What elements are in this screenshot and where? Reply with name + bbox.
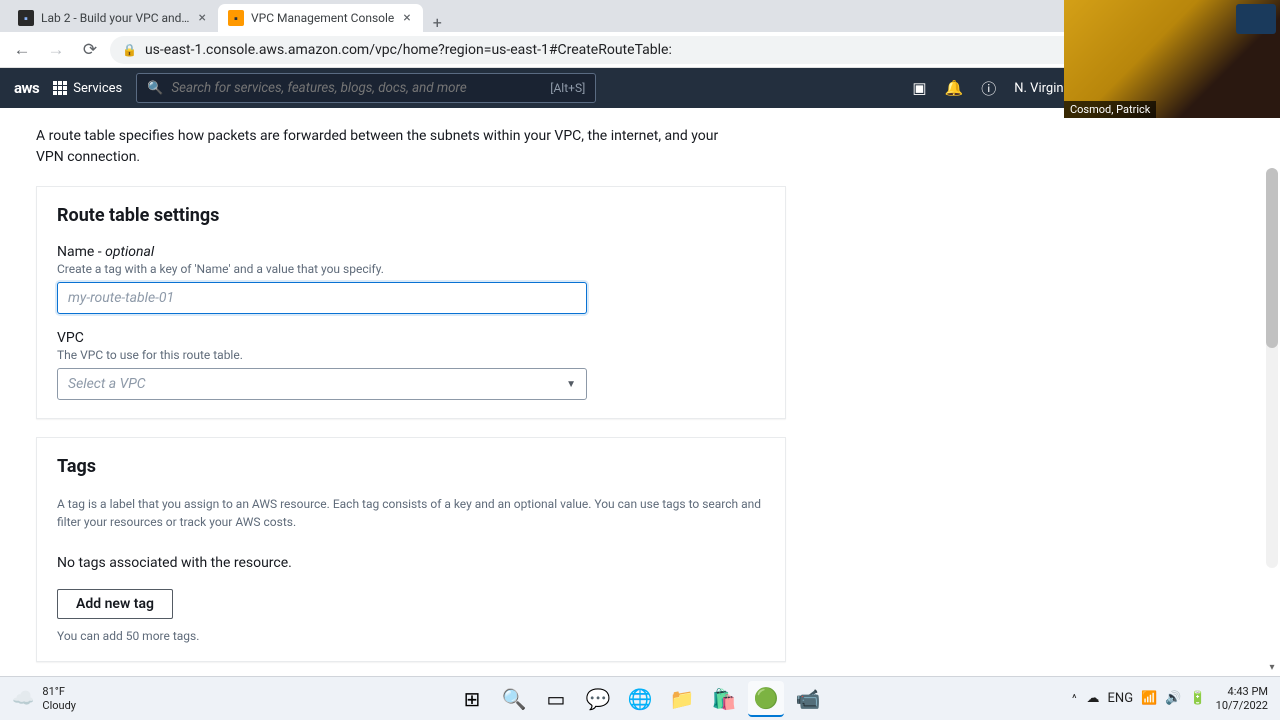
weather-icon: ☁️: [12, 688, 34, 709]
task-view-button[interactable]: ▭: [538, 681, 574, 717]
tags-description: A tag is a label that you assign to an A…: [57, 495, 765, 531]
windows-taskbar: ☁️ 81°F Cloudy ⊞ 🔍 ▭ 💬 🌐 📁 🛍️ 🟢 📹 ^ ☁ EN…: [0, 676, 1280, 720]
volume-icon[interactable]: 🔊: [1165, 691, 1181, 706]
lock-icon: 🔒: [122, 43, 137, 57]
tab-title: Lab 2 - Build your VPC and Laun: [41, 11, 190, 25]
services-label: Services: [73, 81, 122, 96]
webcam-name-label: Cosmod, Patrick: [1064, 101, 1156, 118]
chevron-down-icon: ▼: [566, 379, 576, 390]
name-label: Name - optional: [57, 244, 765, 260]
scrollbar-thumb[interactable]: [1266, 168, 1278, 348]
no-tags-message: No tags associated with the resource.: [57, 555, 765, 571]
back-button[interactable]: ←: [8, 36, 36, 64]
vpc-placeholder: Select a VPC: [68, 376, 146, 392]
add-new-tag-button[interactable]: Add new tag: [57, 589, 173, 619]
route-table-settings-panel: Route table settings Name - optional Cre…: [36, 186, 786, 419]
tab-vpc-console[interactable]: ▪ VPC Management Console ×: [218, 4, 423, 32]
taskbar-app-edge[interactable]: 🌐: [622, 681, 658, 717]
taskbar-app-zoom[interactable]: 📹: [790, 681, 826, 717]
name-field: Name - optional Create a tag with a key …: [57, 244, 765, 314]
taskbar-app-chrome[interactable]: 🟢: [748, 681, 784, 717]
url-text: us-east-1.console.aws.amazon.com/vpc/hom…: [145, 42, 672, 58]
help-icon[interactable]: ⓘ: [981, 78, 996, 99]
battery-icon[interactable]: 🔋: [1189, 691, 1205, 706]
search-icon: 🔍: [147, 81, 163, 96]
content-area: A route table specifies how packets are …: [0, 108, 1280, 676]
search-shortcut: [Alt+S]: [550, 81, 585, 95]
vpc-field: VPC The VPC to use for this route table.…: [57, 330, 765, 400]
forward-button[interactable]: →: [42, 36, 70, 64]
reload-button[interactable]: ⟳: [76, 36, 104, 64]
search-input[interactable]: [171, 81, 542, 96]
scroll-down-arrow[interactable]: ▾: [1266, 662, 1278, 674]
tab-favicon-aws: ▪: [228, 10, 244, 26]
aws-logo[interactable]: aws: [14, 79, 39, 97]
temperature: 81°F: [42, 685, 76, 698]
tray-chevron-icon[interactable]: ^: [1072, 692, 1077, 705]
address-bar[interactable]: 🔒 us-east-1.console.aws.amazon.com/vpc/h…: [110, 36, 1182, 64]
tags-panel: Tags A tag is a label that you assign to…: [36, 437, 786, 662]
new-tab-button[interactable]: +: [423, 13, 452, 32]
vpc-hint: The VPC to use for this route table.: [57, 348, 765, 362]
onedrive-icon[interactable]: ☁: [1087, 691, 1100, 706]
aws-search-bar[interactable]: 🔍 [Alt+S]: [136, 73, 596, 103]
taskbar-app-store[interactable]: 🛍️: [706, 681, 742, 717]
services-menu[interactable]: Services: [53, 81, 122, 96]
time-text: 4:43 PM: [1228, 685, 1268, 698]
panel-title: Route table settings: [57, 205, 765, 226]
tag-limit-text: You can add 50 more tags.: [57, 629, 765, 643]
tab-title: VPC Management Console: [251, 11, 394, 25]
grid-icon: [53, 81, 67, 95]
name-input[interactable]: [57, 282, 587, 314]
tab-lab2[interactable]: ▪ Lab 2 - Build your VPC and Laun ×: [8, 4, 218, 32]
taskbar-app-explorer[interactable]: 📁: [664, 681, 700, 717]
search-button[interactable]: 🔍: [496, 681, 532, 717]
weather-widget[interactable]: ☁️ 81°F Cloudy: [12, 685, 76, 711]
webcam-overlay: Cosmod, Patrick: [1064, 0, 1280, 118]
vpc-label: VPC: [57, 330, 765, 346]
page-description: A route table specifies how packets are …: [36, 126, 736, 168]
name-hint: Create a tag with a key of 'Name' and a …: [57, 262, 765, 276]
start-button[interactable]: ⊞: [454, 681, 490, 717]
notifications-icon[interactable]: 🔔: [945, 79, 964, 97]
cloudshell-icon[interactable]: ▣: [912, 79, 926, 97]
vpc-select[interactable]: Select a VPC ▼: [57, 368, 587, 400]
clock[interactable]: 4:43 PM 10/7/2022: [1216, 685, 1268, 711]
webcam-badge: [1236, 4, 1276, 34]
weather-condition: Cloudy: [42, 699, 76, 712]
language-icon[interactable]: ENG: [1108, 691, 1134, 706]
taskbar-app-chat[interactable]: 💬: [580, 681, 616, 717]
tab-favicon-lab: ▪: [18, 10, 34, 26]
close-icon[interactable]: ×: [401, 10, 412, 26]
tags-title: Tags: [57, 456, 765, 477]
close-icon[interactable]: ×: [197, 10, 208, 26]
date-text: 10/7/2022: [1216, 699, 1268, 712]
wifi-icon[interactable]: 📶: [1141, 691, 1157, 706]
